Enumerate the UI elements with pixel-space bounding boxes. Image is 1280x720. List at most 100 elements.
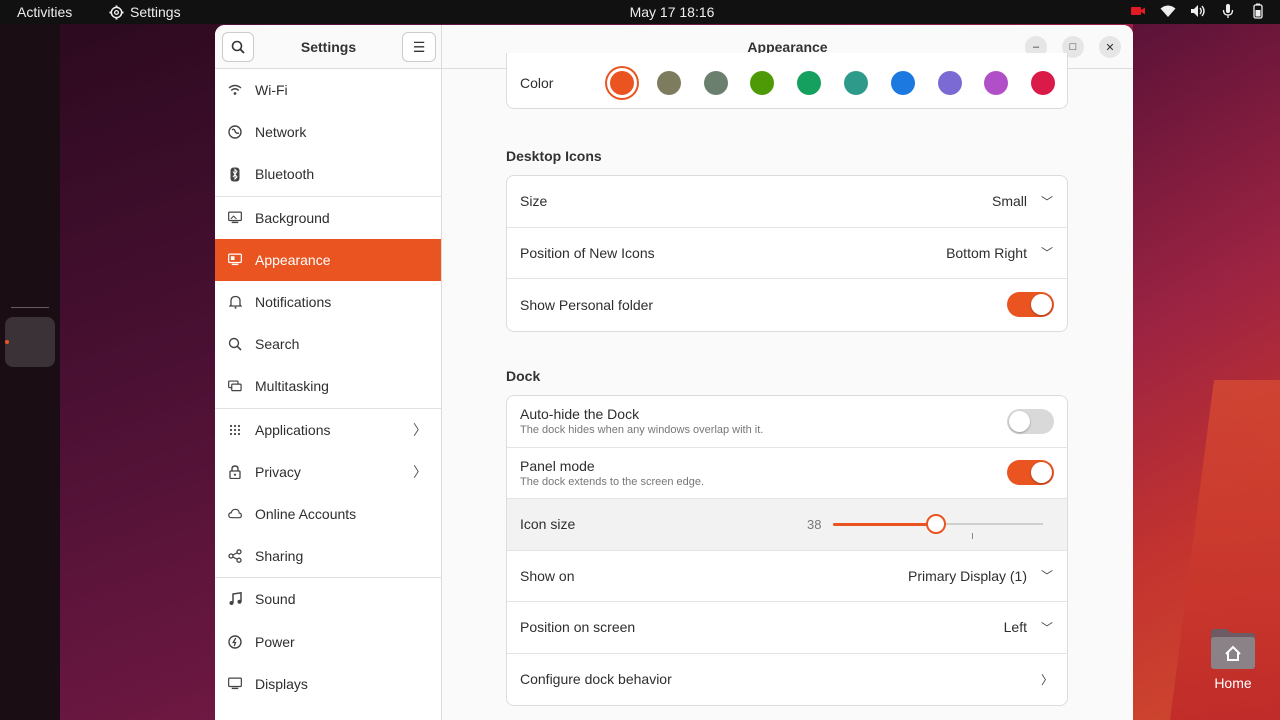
hamburger-icon: ☰: [412, 38, 426, 55]
configure-dock-label: Configure dock behavior: [520, 671, 672, 688]
sidebar-item-applications[interactable]: Applications 〉: [215, 409, 441, 451]
sidebar-item-label: Sharing: [255, 548, 304, 565]
color-label: Color: [520, 75, 554, 91]
sidebar-item-power[interactable]: Power: [215, 620, 441, 662]
music-note-icon: [228, 592, 242, 606]
wallpaper-dark-strip: [0, 24, 60, 720]
sidebar-item-label: Multitasking: [255, 378, 329, 395]
bluetooth-icon: [228, 167, 242, 182]
show-on-row[interactable]: Show on Primary Display (1) ﹀: [507, 551, 1067, 602]
size-row[interactable]: Size Small ﹀: [507, 176, 1067, 228]
size-value: Small: [991, 193, 1027, 210]
color-swatch[interactable]: [656, 71, 681, 95]
sidebar-item-wifi[interactable]: Wi-Fi: [215, 69, 441, 111]
chevron-right-icon: 〉: [413, 421, 427, 438]
auto-hide-description: The dock hides when any windows overlap …: [520, 424, 764, 437]
color-swatch[interactable]: [844, 71, 868, 95]
sidebar-item-multitasking[interactable]: Multitasking: [215, 365, 441, 407]
show-personal-folder-toggle[interactable]: [1007, 292, 1054, 318]
sidebar-header: Settings ☰: [215, 25, 441, 69]
dock-app-slot[interactable]: [5, 317, 55, 367]
background-icon: [228, 211, 242, 225]
sidebar-item-displays[interactable]: Displays: [215, 663, 441, 705]
panel-mode-row: Panel mode The dock extends to the scree…: [507, 448, 1067, 499]
auto-hide-label: Auto-hide the Dock: [520, 406, 640, 423]
chevron-right-icon: 〉: [413, 463, 427, 480]
color-swatch[interactable]: [890, 71, 915, 95]
icon-size-label: Icon size: [520, 516, 576, 533]
color-swatch[interactable]: [797, 71, 822, 95]
icon-size-slider[interactable]: [833, 514, 1043, 539]
color-swatch[interactable]: [703, 71, 728, 95]
position-on-screen-row[interactable]: Position on screen Left ﹀: [507, 602, 1067, 654]
menu-button[interactable]: ☰: [402, 32, 436, 62]
sidebar-item-search[interactable]: Search: [215, 323, 441, 365]
toggle-knob: [1009, 410, 1030, 432]
close-button[interactable]: ✕: [1099, 36, 1121, 58]
home-folder-icon[interactable]: [1209, 628, 1257, 670]
multitasking-icon: [228, 379, 242, 393]
position-on-screen-label: Position on screen: [520, 619, 636, 636]
top-bar: Activities Settings May 17 18:16: [0, 0, 1280, 24]
desktop-icons-card: Size Small ﹀ Position of New Icons Botto…: [506, 175, 1068, 332]
sidebar-item-label: Search: [255, 336, 300, 353]
sidebar-item-privacy[interactable]: Privacy 〉: [215, 451, 441, 493]
wifi-icon: [1160, 3, 1176, 19]
screen-record-icon[interactable]: [1130, 3, 1146, 19]
sidebar-item-label: Applications: [255, 421, 331, 438]
toggle-knob: [1031, 462, 1052, 484]
dock-separator: [11, 307, 49, 308]
panel-mode-description: The dock extends to the screen edge.: [520, 475, 705, 488]
sidebar-item-network[interactable]: Network: [215, 111, 441, 153]
dock-card: Auto-hide the Dock The dock hides when a…: [506, 395, 1068, 706]
color-swatch[interactable]: [1031, 71, 1056, 95]
sidebar-item-sharing[interactable]: Sharing: [215, 535, 441, 577]
position-new-icons-row[interactable]: Position of New Icons Bottom Right ﹀: [507, 228, 1067, 279]
sidebar-item-label: Background: [255, 209, 330, 226]
lock-icon: [228, 465, 242, 479]
sidebar-item-label: Network: [255, 124, 307, 141]
sidebar-item-background[interactable]: Background: [215, 197, 441, 239]
show-on-label: Show on: [520, 567, 575, 584]
sidebar-item-online-accounts[interactable]: Online Accounts: [215, 493, 441, 535]
content-pane: Appearance – □ ✕ Color Desktop Icons Siz…: [442, 25, 1133, 720]
position-new-icons-value: Bottom Right: [946, 244, 1027, 261]
desktop-icons-heading: Desktop Icons: [506, 148, 602, 164]
sidebar-item-notifications[interactable]: Notifications: [215, 281, 441, 323]
clock[interactable]: May 17 18:16: [0, 4, 1280, 20]
display-icon: [228, 677, 242, 691]
slider-handle[interactable]: [925, 514, 946, 534]
minimize-icon: –: [1032, 41, 1040, 53]
color-swatch[interactable]: [610, 71, 634, 95]
sidebar-item-appearance[interactable]: Appearance: [215, 238, 441, 281]
sidebar-item-label: Power: [255, 633, 295, 650]
chevron-right-icon: 〉: [1040, 672, 1053, 687]
chevron-down-icon: ﹀: [1040, 246, 1053, 261]
sidebar-item-label: Displays: [255, 675, 308, 692]
sidebar-item-label: Bluetooth: [255, 166, 315, 183]
cloud-icon: [228, 507, 242, 521]
show-on-value: Primary Display (1): [907, 567, 1027, 584]
system-tray[interactable]: [1130, 3, 1266, 19]
maximize-icon: □: [1069, 41, 1077, 53]
home-folder-label[interactable]: Home: [1200, 675, 1266, 691]
sidebar-item-label: Notifications: [255, 294, 332, 311]
wifi-icon: [228, 83, 242, 97]
sidebar-item-label: Privacy: [255, 463, 301, 480]
close-icon: ✕: [1105, 41, 1115, 54]
bell-icon: [228, 295, 242, 309]
dock-heading: Dock: [506, 368, 541, 384]
volume-icon: [1190, 3, 1206, 19]
battery-icon: [1250, 3, 1266, 19]
color-swatch[interactable]: [937, 71, 962, 95]
panel-mode-toggle[interactable]: [1007, 460, 1054, 486]
configure-dock-row[interactable]: Configure dock behavior 〉: [507, 654, 1067, 706]
auto-hide-toggle[interactable]: [1007, 408, 1054, 434]
network-icon: [228, 125, 242, 139]
sidebar: Settings ☰ Wi-Fi Network Bluetooth Backg…: [215, 25, 442, 720]
dock-running-indicator: [5, 340, 9, 344]
sidebar-item-sound[interactable]: Sound: [215, 578, 441, 620]
sidebar-item-label: Wi-Fi: [255, 82, 288, 99]
sidebar-item-bluetooth[interactable]: Bluetooth: [215, 153, 441, 195]
show-personal-folder-row: Show Personal folder: [507, 279, 1067, 331]
